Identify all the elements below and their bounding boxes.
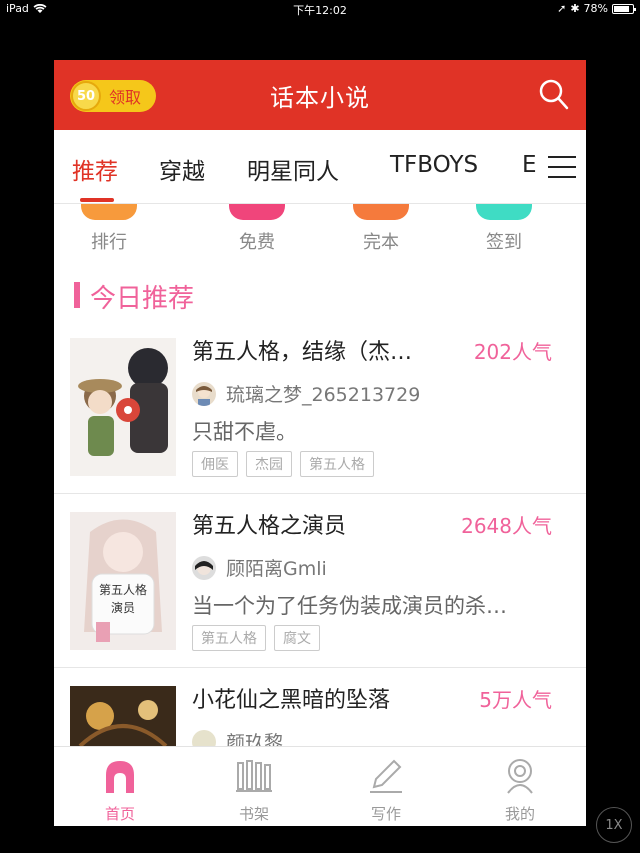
status-time: 下午12:02 xyxy=(293,4,347,17)
zoom-button[interactable]: 1X xyxy=(596,807,632,843)
section-header: 今日推荐 xyxy=(54,264,586,320)
svg-text:演员: 演员 xyxy=(111,600,135,615)
author-name: 顾陌离Gmli xyxy=(226,558,327,580)
book-popularity: 2648人气 xyxy=(461,514,552,538)
book-title: 第五人格，结缘（杰… xyxy=(192,340,413,365)
search-icon xyxy=(539,79,569,110)
tab-tfboys[interactable]: TFBOYS xyxy=(390,152,478,178)
svg-text:第五人格: 第五人格 xyxy=(99,582,147,597)
tab-recommend[interactable]: 推荐 xyxy=(72,152,118,186)
book-description: 只甜不虐。 xyxy=(192,420,297,444)
battery-percent: 78% xyxy=(583,2,608,15)
app-window: 50 领取 话本小说 推荐 穿越 明星同人 TFBOYS EXO 排行 免费 xyxy=(54,60,586,826)
bluetooth-icon: ✱ xyxy=(570,2,580,15)
app-title: 话本小说 xyxy=(270,84,370,112)
location-icon: ➚ xyxy=(557,2,567,15)
category-tabs: 推荐 穿越 明星同人 TFBOYS EXO xyxy=(54,130,586,204)
battery-icon xyxy=(612,3,636,14)
bottom-nav: 首页 书架 写作 我的 xyxy=(54,746,586,826)
completed-icon xyxy=(353,204,409,220)
book-tags: 佣医 杰园 第五人格 xyxy=(192,451,374,477)
quick-link-checkin[interactable]: 签到 xyxy=(469,204,539,254)
book-author: 顾陌离Gmli xyxy=(192,554,327,581)
book-cover xyxy=(70,338,176,476)
ranking-icon xyxy=(81,204,137,220)
section-title: 今日推荐 xyxy=(90,284,195,314)
book-title: 小花仙之黑暗的坠落 xyxy=(192,688,391,713)
tab-celebrity-fanfic[interactable]: 明星同人 xyxy=(247,152,339,186)
book-popularity: 202人气 xyxy=(473,340,552,364)
pencil-icon xyxy=(370,759,402,793)
book-tag[interactable]: 杰园 xyxy=(246,451,292,477)
book-tag[interactable]: 佣医 xyxy=(192,451,238,477)
book-title: 第五人格之演员 xyxy=(192,514,347,539)
quick-link-free[interactable]: 免费 xyxy=(222,204,292,254)
bookshelf-icon xyxy=(236,760,272,792)
quick-link-ranking[interactable]: 排行 xyxy=(74,204,144,254)
book-tag[interactable]: 第五人格 xyxy=(192,625,266,651)
search-button[interactable] xyxy=(538,78,570,112)
avatar xyxy=(192,555,216,580)
nav-home[interactable]: 首页 xyxy=(80,757,160,824)
book-item[interactable]: 第五人格 演员 第五人格之演员 2648人气 顾陌离Gmli 当一个为了任务伪装… xyxy=(54,494,586,668)
home-icon xyxy=(106,761,134,793)
quick-links: 排行 免费 完本 签到 xyxy=(54,204,586,264)
nav-bookshelf[interactable]: 书架 xyxy=(214,757,294,824)
checkin-icon xyxy=(476,204,532,220)
nav-profile[interactable]: 我的 xyxy=(480,757,560,824)
menu-icon[interactable] xyxy=(548,156,576,178)
book-tag[interactable]: 第五人格 xyxy=(300,451,374,477)
status-bar: iPad 下午12:02 ➚ ✱ 78% xyxy=(0,0,640,18)
book-cover: 第五人格 演员 xyxy=(70,512,176,650)
free-icon xyxy=(229,204,285,220)
avatar xyxy=(192,381,216,406)
author-name: 琉璃之梦_265213729 xyxy=(226,384,421,406)
profile-icon xyxy=(507,759,533,794)
quick-link-completed[interactable]: 完本 xyxy=(346,204,416,254)
book-tags: 第五人格 腐文 xyxy=(192,625,320,651)
book-item[interactable]: 第五人格，结缘（杰… 202人气 琉璃之梦_265213729 只甜不虐。 佣医… xyxy=(54,320,586,494)
book-description: 当一个为了任务伪装成演员的杀… xyxy=(192,594,507,618)
app-header: 50 领取 话本小说 xyxy=(54,60,586,130)
book-author: 琉璃之梦_265213729 xyxy=(192,380,420,407)
book-tag[interactable]: 腐文 xyxy=(274,625,320,651)
book-popularity: 5万人气 xyxy=(479,688,552,712)
nav-write[interactable]: 写作 xyxy=(346,757,426,824)
tab-indicator xyxy=(80,198,114,202)
tab-time-travel[interactable]: 穿越 xyxy=(159,152,205,186)
